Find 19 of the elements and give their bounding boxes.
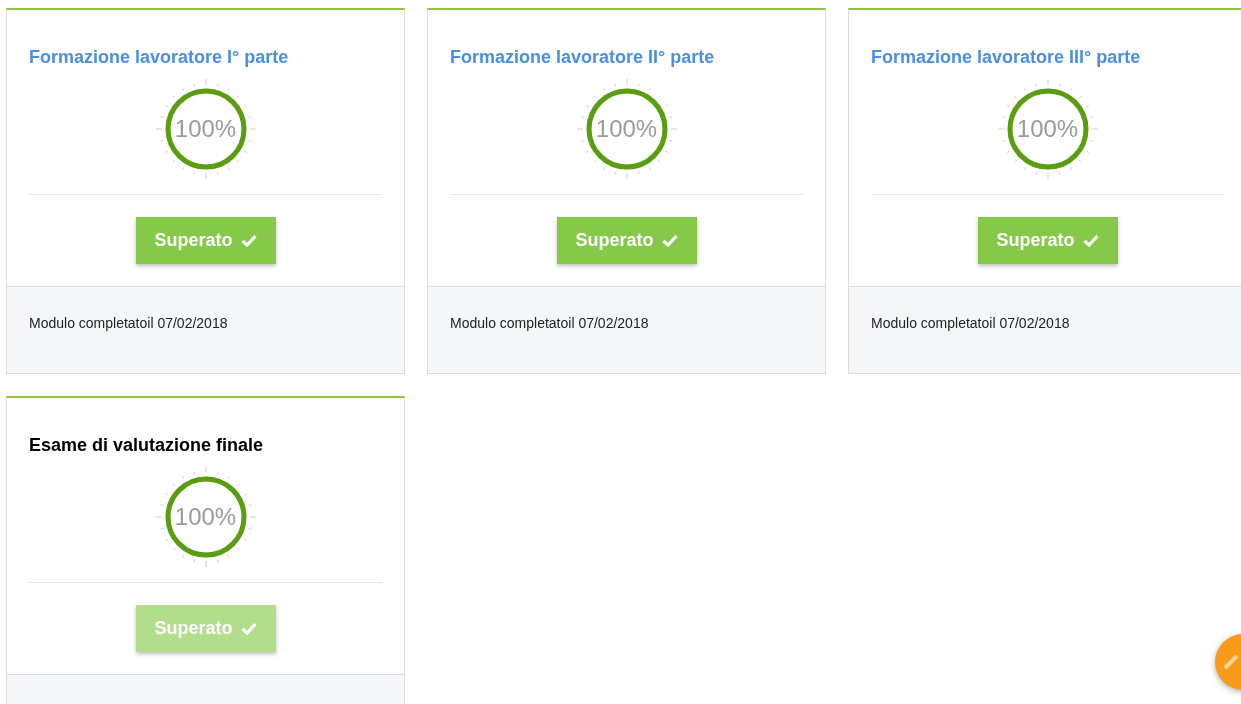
module-title: Esame di valutazione finale: [29, 434, 265, 457]
completion-text: Modulo completatoil 07/02/2018: [29, 315, 228, 331]
module-title[interactable]: Formazione lavoratore I° parte: [29, 44, 382, 71]
progress-reading: 100%: [174, 114, 237, 144]
progress-reading: 100%: [174, 502, 237, 532]
check-icon: [1082, 234, 1099, 247]
completion-text: Modulo completatoil 07/02/2018: [871, 315, 1070, 331]
passed-button[interactable]: Superato: [135, 217, 276, 264]
progress-reading: 100%: [1016, 114, 1079, 144]
module-title[interactable]: Formazione lavoratore III° parte: [871, 44, 1224, 71]
check-icon: [240, 234, 257, 247]
check-icon: [661, 234, 678, 247]
pencil-icon: [1223, 654, 1239, 670]
passed-button[interactable]: Superato: [556, 217, 697, 264]
module-title[interactable]: Formazione lavoratore II° parte: [450, 44, 803, 71]
progress-reading: 100%: [595, 114, 658, 144]
completion-text: Modulo completatoil 07/02/2018: [450, 315, 649, 331]
check-icon: [240, 622, 257, 635]
passed-button[interactable]: Superato: [977, 217, 1118, 264]
